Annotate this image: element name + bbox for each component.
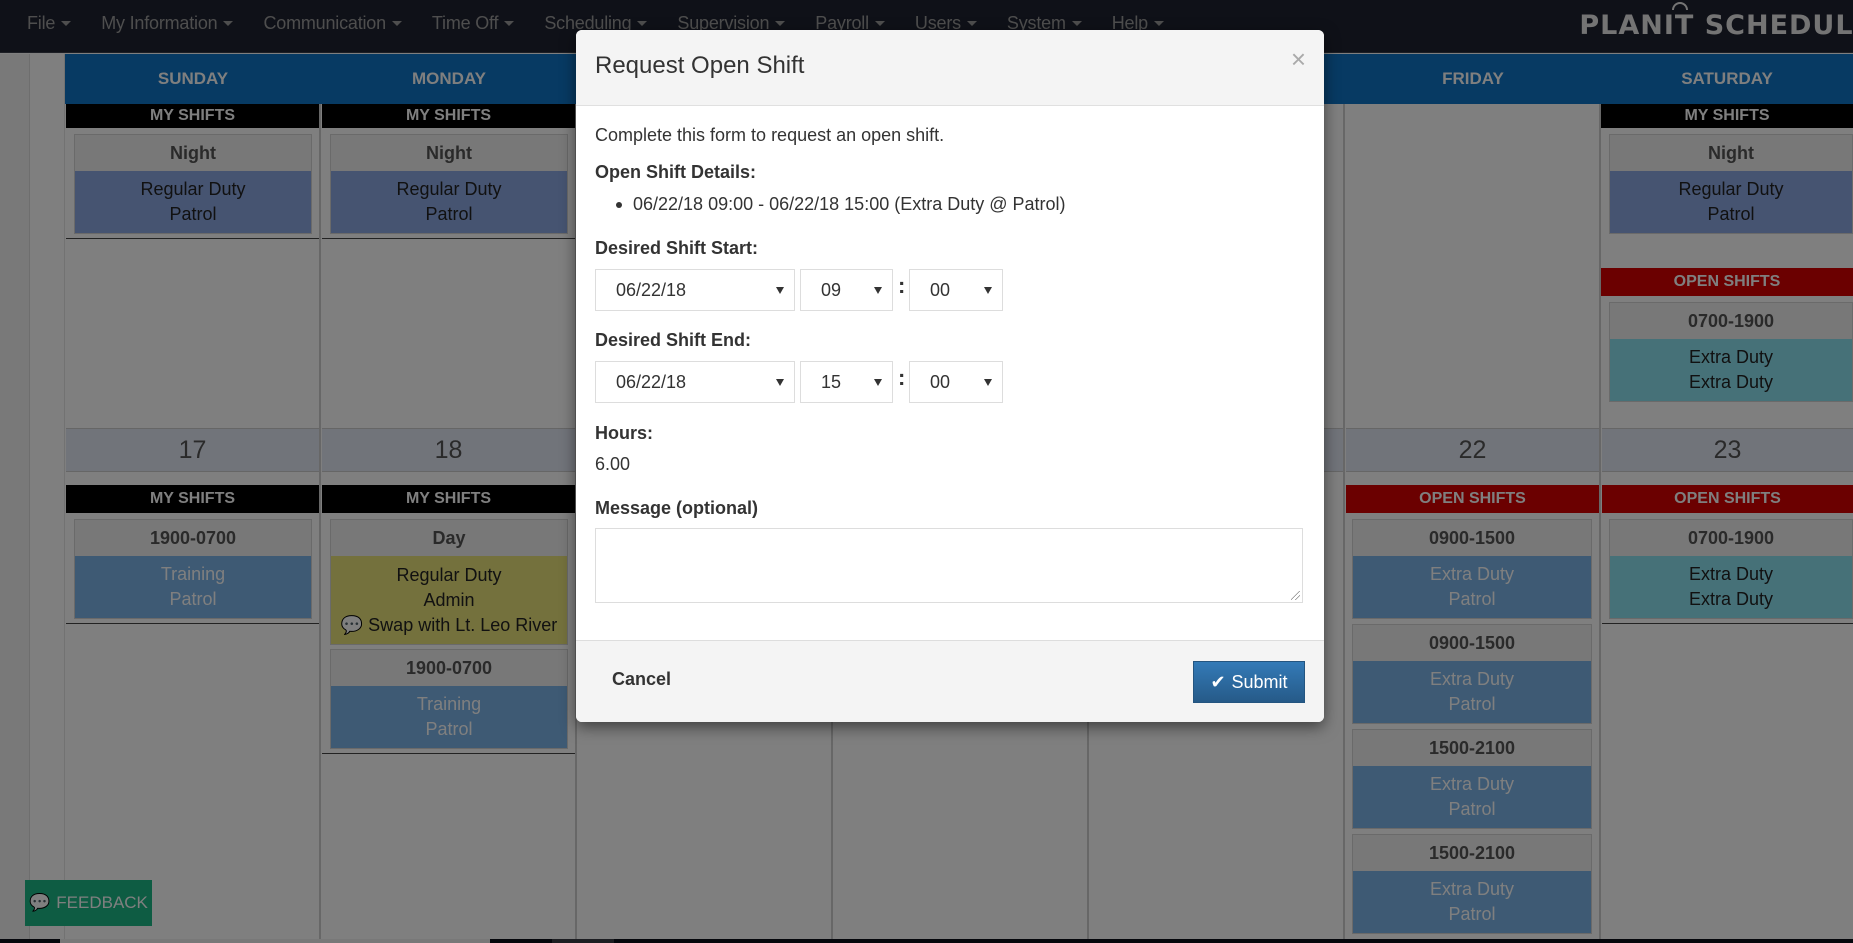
end-date-select[interactable]: 06/22/18 <box>595 361 795 403</box>
dropdown-arrow-icon <box>984 378 992 386</box>
start-hour-value: 09 <box>821 279 842 300</box>
desired-shift-start-label: Desired Shift Start: <box>595 238 759 258</box>
request-open-shift-modal: Request Open Shift × Complete this form … <box>576 30 1324 722</box>
end-minute-select[interactable]: 00 <box>909 361 1003 403</box>
desired-shift-end-label: Desired Shift End: <box>595 330 752 350</box>
message-textarea[interactable] <box>595 528 1303 603</box>
modal-intro-text: Complete this form to request an open sh… <box>595 125 945 145</box>
start-date-value: 06/22/18 <box>616 279 687 300</box>
open-shift-details-label: Open Shift Details: <box>595 162 757 182</box>
modal-header: Request Open Shift × <box>576 30 1324 106</box>
open-shift-details-text: 06/22/18 09:00 - 06/22/18 15:00 (Extra D… <box>633 194 1066 214</box>
checkmark-icon: ✔ <box>1210 671 1226 692</box>
start-minute-value: 00 <box>930 279 951 300</box>
end-hour-select[interactable]: 15 <box>800 361 893 403</box>
time-separator: : <box>898 273 906 298</box>
open-shift-details-item: 06/22/18 09:00 - 06/22/18 15:00 (Extra D… <box>616 194 1066 215</box>
modal-footer: Cancel ✔ Submit <box>576 640 1324 722</box>
dropdown-arrow-icon <box>776 286 784 294</box>
submit-label: Submit <box>1231 671 1288 692</box>
close-icon[interactable]: × <box>1291 46 1306 72</box>
start-minute-select[interactable]: 00 <box>909 269 1003 311</box>
resize-grip-icon[interactable] <box>1291 591 1300 600</box>
start-date-select[interactable]: 06/22/18 <box>595 269 795 311</box>
dropdown-arrow-icon <box>874 286 882 294</box>
dropdown-arrow-icon <box>776 378 784 386</box>
dropdown-arrow-icon <box>874 378 882 386</box>
hours-value: 6.00 <box>595 454 631 474</box>
end-date-value: 06/22/18 <box>616 371 687 392</box>
start-hour-select[interactable]: 09 <box>800 269 893 311</box>
modal-title: Request Open Shift <box>595 52 805 79</box>
cancel-button[interactable]: Cancel <box>612 669 671 690</box>
dropdown-arrow-icon <box>984 286 992 294</box>
message-label: Message (optional) <box>595 498 759 518</box>
end-minute-value: 00 <box>930 371 951 392</box>
submit-button[interactable]: ✔ Submit <box>1193 661 1305 703</box>
end-hour-value: 15 <box>821 371 842 392</box>
hours-label: Hours: <box>595 423 653 443</box>
bullet-icon <box>616 201 622 208</box>
time-separator: : <box>898 365 906 390</box>
